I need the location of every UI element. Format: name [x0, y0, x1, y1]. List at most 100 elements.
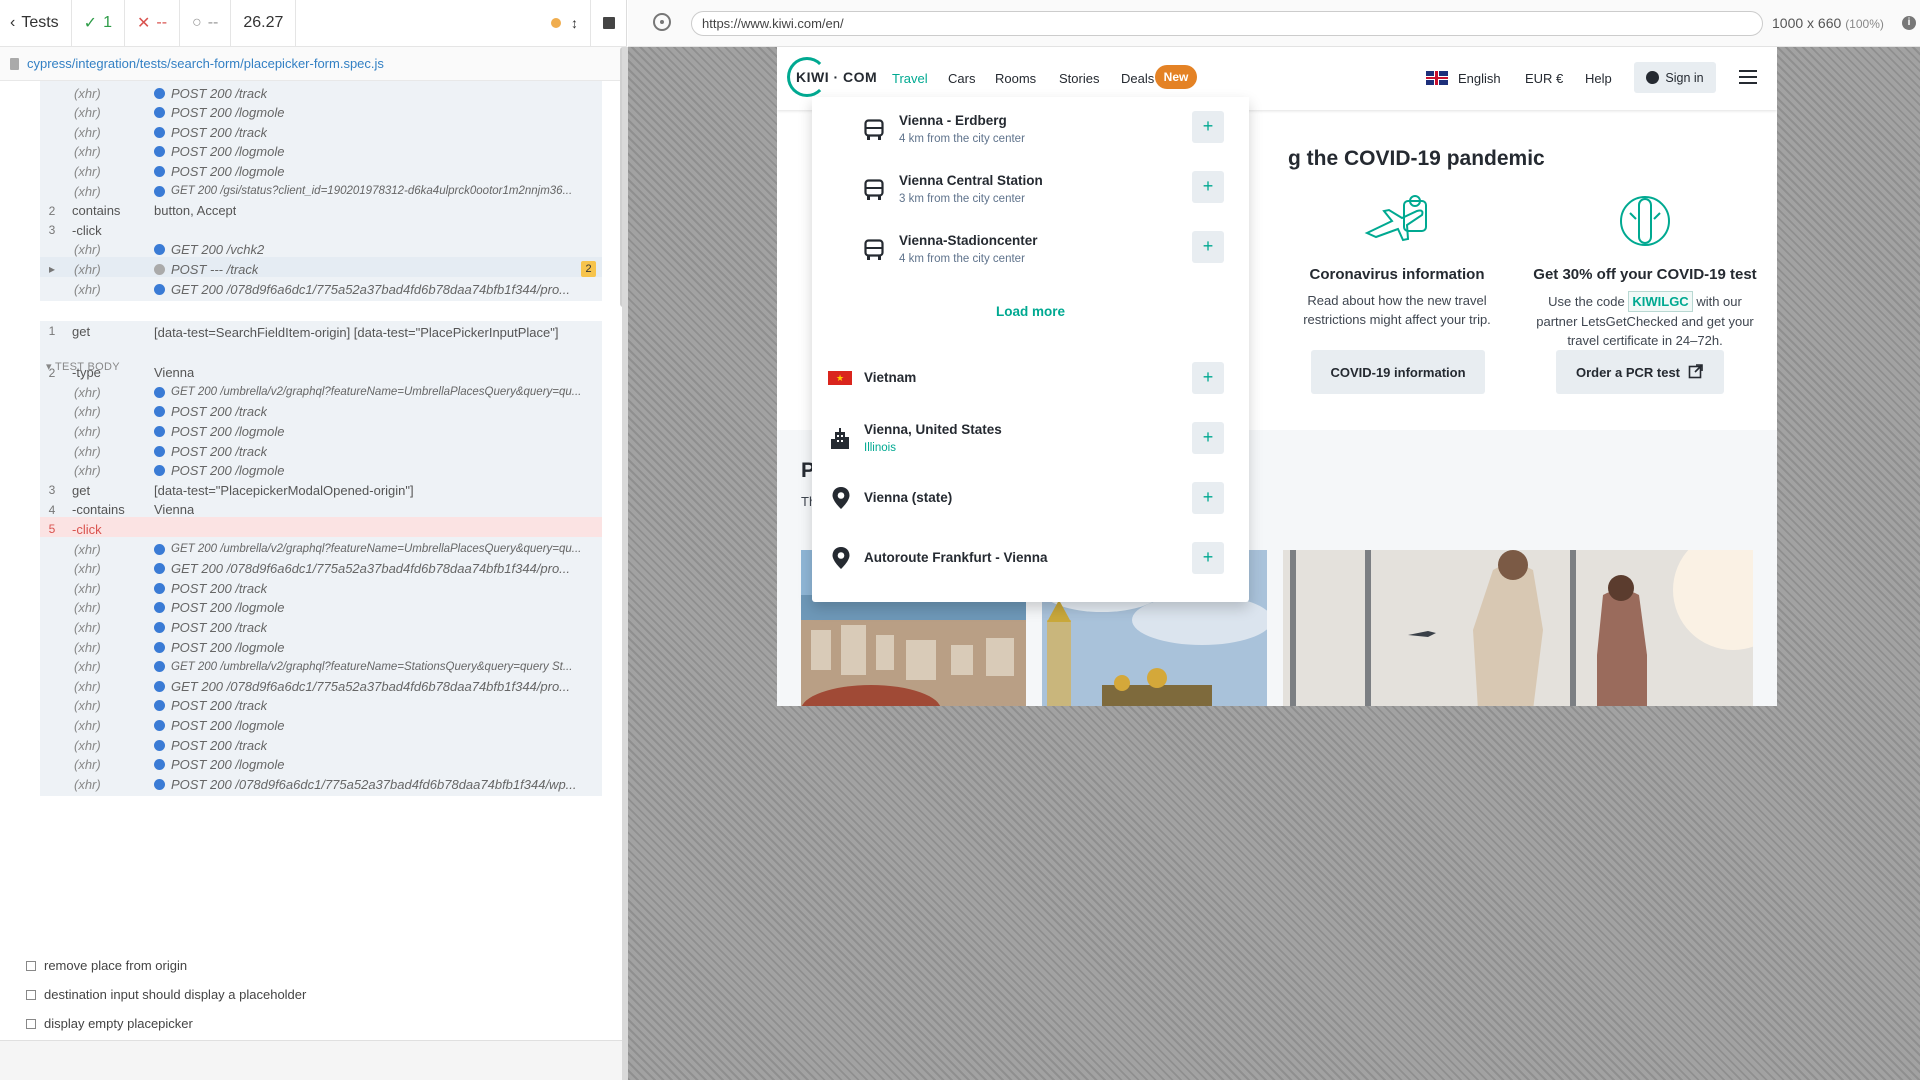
- command-name: (xhr): [74, 463, 101, 479]
- placepicker-dropdown: Vienna - Erdberg 4 km from the city cent…: [812, 97, 1249, 602]
- auto-scroll-icon[interactable]: ↕: [571, 15, 578, 31]
- location-pin-icon: [832, 487, 850, 509]
- test-title: remove place from origin: [44, 958, 188, 973]
- covid-info-card: Coronavirus information Read about how t…: [1287, 193, 1507, 329]
- command-message: GET 200 /078d9f6a6dc1/775a52a37bad4fd6b7…: [154, 561, 602, 576]
- command-message-text: GET 200 /umbrella/v2/graphql?featureName…: [171, 386, 582, 399]
- command-message: button, Accept: [154, 203, 602, 218]
- command-message-text: POST 200 /logmole: [171, 600, 285, 616]
- station-item[interactable]: Vienna - Erdberg 4 km from the city cent…: [812, 97, 1249, 157]
- add-place-button[interactable]: +: [1192, 171, 1224, 203]
- place-item[interactable]: ★ Vietnam +: [812, 348, 1249, 408]
- command-log-row[interactable]: 1 get [data-test=SearchFieldItem-origin] […: [40, 320, 602, 365]
- pcr-text-1: Use the code: [1548, 294, 1625, 309]
- request-status-dot-icon: [154, 406, 165, 418]
- add-place-button[interactable]: +: [1192, 482, 1224, 514]
- reporter-footer: [0, 1040, 627, 1080]
- add-place-button[interactable]: +: [1192, 111, 1224, 143]
- nav-deals[interactable]: Deals: [1121, 71, 1154, 86]
- command-message-text: GET 200 /umbrella/v2/graphql?featureName…: [171, 543, 582, 555]
- url-bar[interactable]: https://www.kiwi.com/en/: [691, 11, 1763, 36]
- place-title: Vienna (state): [864, 490, 953, 505]
- xhr-log-row[interactable]: (xhr) GET 200 /078d9f6a6dc1/775a52a37bad4…: [40, 277, 602, 301]
- command-message: [data-test=SearchFieldItem-origin] [data…: [154, 324, 602, 341]
- station-distance: 3 km from the city center: [899, 193, 1025, 205]
- currency-selector[interactable]: EUR €: [1525, 71, 1563, 86]
- external-link-icon: [1688, 363, 1704, 382]
- command-message: Vienna: [154, 365, 602, 380]
- add-place-button[interactable]: +: [1192, 542, 1224, 574]
- selector-playground-icon[interactable]: [653, 13, 671, 31]
- command-message: GET 200 /umbrella/v2/graphql?featureName…: [154, 543, 602, 555]
- place-item[interactable]: Vienna, United States Illinois +: [812, 408, 1249, 468]
- info-icon[interactable]: i: [1902, 16, 1916, 30]
- request-status-dot-icon: [154, 465, 165, 477]
- sign-in-label: Sign in: [1665, 70, 1704, 85]
- request-status-dot-icon: [154, 425, 165, 437]
- place-item[interactable]: Vienna (state) +: [812, 468, 1249, 528]
- covid-info-button[interactable]: COVID-19 information: [1311, 350, 1485, 394]
- menu-icon[interactable]: [1739, 70, 1757, 84]
- language-selector[interactable]: English: [1458, 71, 1501, 86]
- pending-test-item[interactable]: remove place from origin: [26, 958, 187, 973]
- request-count-badge: 2: [581, 261, 596, 278]
- passed-count: ✓ 1: [72, 0, 125, 46]
- request-status-dot-icon: [154, 700, 165, 712]
- request-status-dot-icon: [154, 244, 165, 256]
- request-status-dot-icon: [154, 445, 165, 457]
- destination-photo[interactable]: [1283, 550, 1753, 706]
- sign-in-button[interactable]: Sign in: [1634, 62, 1716, 93]
- add-place-button[interactable]: +: [1192, 422, 1224, 454]
- add-place-button[interactable]: +: [1192, 362, 1224, 394]
- pending-test-item[interactable]: display empty placepicker: [26, 1016, 193, 1031]
- kiwi-logo[interactable]: KIWI · COM: [787, 57, 877, 97]
- test-body-label[interactable]: ▾ TEST BODY: [46, 360, 120, 373]
- command-message: GET 200 /078d9f6a6dc1/775a52a37bad4fd6b7…: [154, 679, 602, 694]
- request-status-dot-icon: [154, 602, 165, 614]
- command-message-text: POST 200 /078d9f6a6dc1/775a52a37bad4fd6b…: [171, 776, 577, 792]
- help-link[interactable]: Help: [1585, 71, 1612, 86]
- expand-arrow-icon: ▸: [48, 262, 56, 277]
- command-number: 5: [48, 522, 56, 537]
- nav-rooms[interactable]: Rooms: [995, 71, 1036, 86]
- viewport-info[interactable]: 1000 x 660 (100%): [1772, 15, 1884, 31]
- command-message-text: GET 200 /078d9f6a6dc1/775a52a37bad4fd6b7…: [171, 561, 571, 577]
- command-message-text: POST 200 /track: [171, 124, 268, 140]
- command-name: (xhr): [74, 384, 101, 400]
- pcr-code[interactable]: KIWILGC: [1628, 291, 1693, 312]
- command-message: POST 200 /logmole: [154, 718, 602, 733]
- request-status-dot-icon: [154, 283, 165, 295]
- command-message-text: POST 200 /track: [171, 698, 268, 714]
- viewport-size: 1000 x 660: [1772, 15, 1842, 31]
- nav-stories[interactable]: Stories: [1059, 71, 1099, 86]
- station-item[interactable]: Vienna-Stadioncenter 4 km from the city …: [812, 217, 1249, 277]
- stop-button[interactable]: [590, 0, 627, 46]
- tests-back-button[interactable]: ‹ Tests: [0, 0, 72, 46]
- command-name: (xhr): [74, 561, 101, 577]
- command-name: (xhr): [74, 124, 101, 140]
- command-message-text: [data-test=SearchFieldItem-origin] [data…: [154, 324, 559, 340]
- place-title: Autoroute Frankfurt - Vienna: [864, 550, 1048, 565]
- request-status-dot-icon: [154, 165, 165, 177]
- place-item[interactable]: Autoroute Frankfurt - Vienna +: [812, 528, 1249, 588]
- order-pcr-button[interactable]: Order a PCR test: [1556, 350, 1724, 394]
- nav-cars[interactable]: Cars: [948, 71, 975, 86]
- covid-info-text: Read about how the new travel restrictio…: [1303, 293, 1491, 327]
- command-message-text: POST 200 /logmole: [171, 144, 285, 160]
- add-place-button[interactable]: +: [1192, 231, 1224, 263]
- load-more-button[interactable]: Load more: [812, 304, 1249, 319]
- spec-path[interactable]: cypress/integration/tests/search-form/pl…: [0, 47, 627, 81]
- xhr-log-row[interactable]: (xhr) POST 200 /078d9f6a6dc1/775a52a37bad…: [40, 772, 602, 797]
- station-title: Vienna-Stadioncenter: [899, 233, 1038, 248]
- command-message-text: POST 200 /logmole: [171, 423, 285, 439]
- test-title: destination input should display a place…: [44, 987, 307, 1002]
- request-status-dot-icon: [154, 107, 165, 119]
- station-item[interactable]: Vienna Central Station 3 km from the cit…: [812, 157, 1249, 217]
- passed-value: 1: [103, 14, 112, 31]
- request-status-dot-icon: [154, 739, 165, 751]
- station-title: Vienna Central Station: [899, 173, 1043, 188]
- command-message: POST 200 /logmole: [154, 424, 602, 439]
- command-message-text: GET 200 /umbrella/v2/graphql?featureName…: [171, 660, 573, 673]
- pending-test-item[interactable]: destination input should display a place…: [26, 987, 306, 1002]
- nav-travel[interactable]: Travel: [892, 71, 928, 86]
